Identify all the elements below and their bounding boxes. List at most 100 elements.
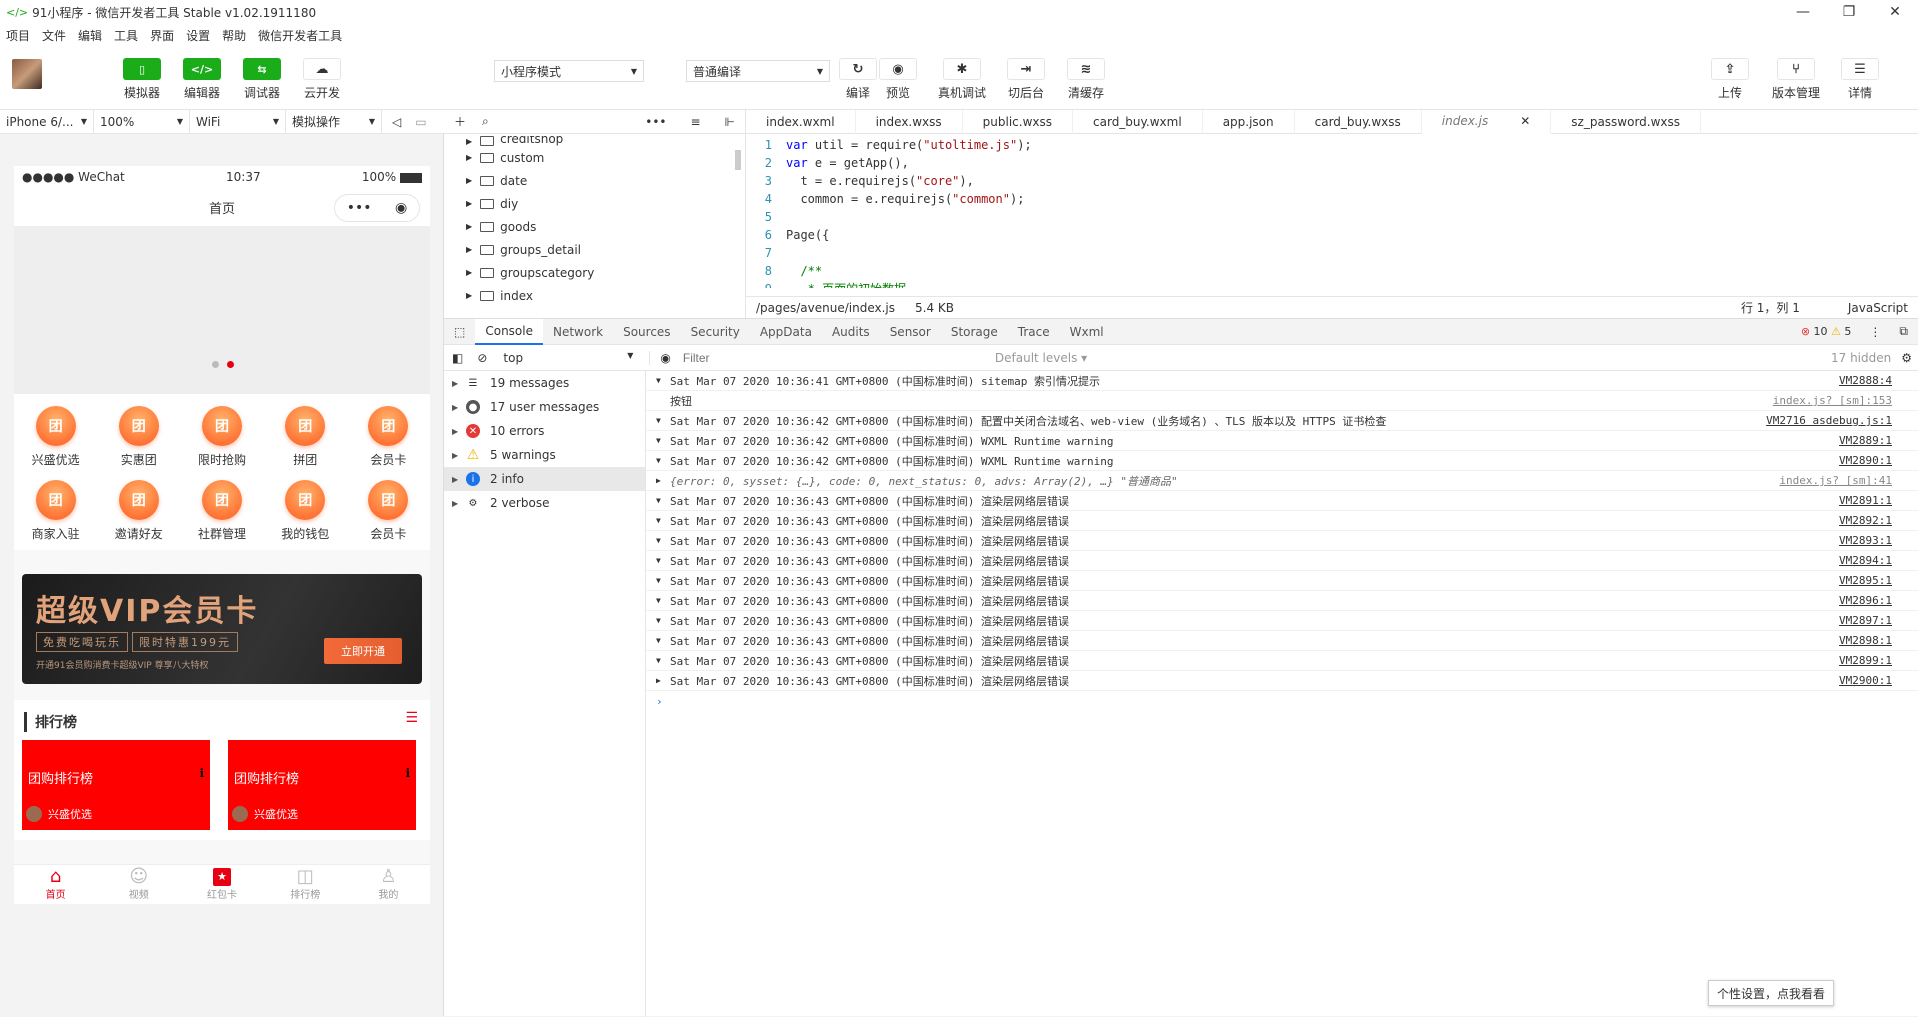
vip-card-banner[interactable]: 超级VIP会员卡 免费吃喝玩乐 限时特惠199元 开通91会员购消费卡超级VIP…	[22, 574, 422, 684]
tab-wxml[interactable]: Wxml	[1060, 319, 1114, 345]
tab-ranking[interactable]: ◫ 排行榜	[264, 865, 347, 904]
tab-trace[interactable]: Trace	[1008, 319, 1060, 345]
caret-icon[interactable]: ▼	[656, 636, 670, 645]
console-log-row[interactable]: ▼ Sat Mar 07 2020 10:36:43 GMT+0800 (中国标准…	[646, 551, 1918, 571]
menu-project[interactable]: 项目	[6, 27, 30, 44]
list-icon[interactable]: ☰	[405, 710, 418, 726]
clear-cache-button[interactable]: ≋ 清缓存	[1056, 58, 1116, 101]
mode-select[interactable]: 小程序模式 ▼	[494, 60, 644, 82]
tab-index-wxss[interactable]: index.wxss	[856, 110, 963, 134]
collapse-icon[interactable]: ≡	[690, 115, 700, 129]
tree-folder[interactable]: ▶ custom	[444, 146, 745, 169]
close-button[interactable]: ✕	[1872, 0, 1918, 24]
tree-folder[interactable]: ▶ creditshop	[444, 136, 745, 146]
code-area[interactable]: 1 var util = require("utoltime.js"); 2 var…	[746, 134, 1918, 288]
cursor-position[interactable]: 行 1，列 1	[1741, 299, 1800, 316]
capsule-button[interactable]: ••• ◉	[334, 194, 420, 222]
caret-icon[interactable]: ▼	[656, 376, 670, 385]
console-log-row[interactable]: ▼ Sat Mar 07 2020 10:36:42 GMT+0800 (中国标准…	[646, 431, 1918, 451]
undock-icon[interactable]: ⧉	[1899, 324, 1908, 339]
console-log-row[interactable]: ▼ Sat Mar 07 2020 10:36:42 GMT+0800 (中国标准…	[646, 451, 1918, 471]
tab-audits[interactable]: Audits	[822, 319, 880, 345]
grid-item-shihui[interactable]: 团实惠团	[97, 406, 180, 468]
log-source-link[interactable]: VM2900:1	[1839, 674, 1892, 687]
sidebar-toggle-icon[interactable]: ◧	[452, 351, 463, 365]
tab-index-wxml[interactable]: index.wxml	[746, 110, 856, 134]
language-mode[interactable]: JavaScript	[1848, 301, 1908, 315]
console-log-row[interactable]: ▶ Sat Mar 07 2020 10:36:43 GMT+0800 (中国标准…	[646, 671, 1918, 691]
tab-home[interactable]: ⌂ 首页	[14, 865, 97, 904]
caret-icon[interactable]: ▼	[656, 616, 670, 625]
search-icon[interactable]: ⌕	[482, 114, 489, 129]
background-button[interactable]: ⇥ 切后台	[996, 58, 1056, 101]
sidebar-verbose[interactable]: ▶ ⚙ 2 verbose	[444, 491, 645, 515]
tab-sources[interactable]: Sources	[613, 319, 680, 345]
version-button[interactable]: ⑂ 版本管理	[1766, 58, 1826, 101]
console-log-row[interactable]: ▼ Sat Mar 07 2020 10:36:43 GMT+0800 (中国标准…	[646, 611, 1918, 631]
more-icon[interactable]: •••	[645, 115, 666, 129]
close-icon[interactable]: ✕	[1520, 114, 1530, 128]
grid-item-community[interactable]: 团社群管理	[180, 480, 263, 542]
tab-appdata[interactable]: AppData	[750, 319, 822, 345]
console-log-row[interactable]: ▼ Sat Mar 07 2020 10:36:43 GMT+0800 (中国标准…	[646, 491, 1918, 511]
scrollbar[interactable]	[735, 150, 741, 170]
operation-select[interactable]: 模拟操作 ▼	[286, 109, 382, 134]
log-source-link[interactable]: VM2893:1	[1839, 534, 1892, 547]
log-source-link[interactable]: VM2716 asdebug.js:1	[1766, 414, 1892, 427]
grid-item-member-card[interactable]: 团会员卡	[347, 406, 430, 468]
caret-icon[interactable]: ▼	[656, 536, 670, 545]
grid-item-merchant[interactable]: 团商家入驻	[14, 480, 97, 542]
menu-settings[interactable]: 设置	[186, 27, 210, 44]
log-source-link[interactable]: VM2898:1	[1839, 634, 1892, 647]
maximize-button[interactable]: ❐	[1826, 0, 1872, 24]
grid-item-pintuan[interactable]: 团拼团	[264, 406, 347, 468]
window-icon[interactable]: ▭	[415, 115, 426, 129]
caret-icon[interactable]: ▼	[656, 456, 670, 465]
log-source-link[interactable]: VM2895:1	[1839, 574, 1892, 587]
tree-folder[interactable]: ▶ date	[444, 169, 745, 192]
network-select[interactable]: WiFi ▼	[190, 109, 286, 134]
caret-icon[interactable]: ▼	[656, 576, 670, 585]
caret-icon[interactable]: ▼	[656, 596, 670, 605]
compile-mode-select[interactable]: 普通编译 ▼	[686, 60, 830, 82]
tab-security[interactable]: Security	[681, 319, 750, 345]
kebab-icon[interactable]: ⋮	[1869, 325, 1881, 339]
console-log-row[interactable]: ▼ Sat Mar 07 2020 10:36:43 GMT+0800 (中国标准…	[646, 511, 1918, 531]
tab-storage[interactable]: Storage	[941, 319, 1008, 345]
caret-icon[interactable]: ▼	[656, 556, 670, 565]
sidebar-messages[interactable]: ▶ ☰ 19 messages	[444, 371, 645, 395]
error-count[interactable]: ⊗ 10 ⚠ 5	[1801, 325, 1852, 338]
caret-icon[interactable]: ▼	[656, 436, 670, 445]
sidebar-errors[interactable]: ▶ ✕ 10 errors	[444, 419, 645, 443]
eye-icon[interactable]: ◉	[649, 350, 671, 365]
console-filter-input[interactable]	[682, 348, 983, 367]
console-log-row[interactable]: ▼ Sat Mar 07 2020 10:36:43 GMT+0800 (中国标准…	[646, 631, 1918, 651]
menu-tools[interactable]: 工具	[114, 27, 138, 44]
simulator-button[interactable]: ▯ 模拟器	[112, 58, 172, 101]
tab-index-js[interactable]: index.js ✕	[1421, 110, 1552, 134]
gear-icon[interactable]: ⚙	[1901, 351, 1912, 365]
grid-item-wallet[interactable]: 团我的钱包	[264, 480, 347, 542]
console-log-row[interactable]: ▼ Sat Mar 07 2020 10:36:43 GMT+0800 (中国标准…	[646, 571, 1918, 591]
sidebar-warnings[interactable]: ▶ ⚠ 5 warnings	[444, 443, 645, 467]
grid-item-invite[interactable]: 团邀请好友	[97, 480, 180, 542]
split-icon[interactable]: ⊩	[725, 115, 735, 129]
volume-icon[interactable]: ◁	[392, 115, 401, 129]
sidebar-info[interactable]: ▶ i 2 info	[444, 467, 645, 491]
tab-red-packet[interactable]: ★ 红包卡	[180, 865, 263, 904]
target-icon[interactable]: ◉	[395, 200, 407, 216]
caret-icon[interactable]: ▼	[656, 656, 670, 665]
tree-folder[interactable]: ▶ diy	[444, 192, 745, 215]
log-source-link[interactable]: VM2889:1	[1839, 434, 1892, 447]
console-log-row[interactable]: ▶ {error: 0, sysset: {…}, code: 0, next_s…	[646, 471, 1918, 491]
more-icon[interactable]: •••	[347, 200, 372, 216]
log-levels-select[interactable]: Default levels ▾	[995, 351, 1087, 365]
context-select[interactable]: top ▼	[503, 351, 633, 365]
personalize-tooltip[interactable]: 个性设置，点我看看	[1708, 980, 1835, 1006]
grid-item-xingsheng[interactable]: 团兴盛优选	[14, 406, 97, 468]
tree-folder[interactable]: ▶ index	[444, 284, 745, 307]
grid-item-member-card-2[interactable]: 团会员卡	[347, 480, 430, 542]
caret-icon[interactable]: ▼	[656, 416, 670, 425]
remote-debug-button[interactable]: ✱ 真机调试	[932, 58, 992, 101]
log-source-link[interactable]: VM2890:1	[1839, 454, 1892, 467]
